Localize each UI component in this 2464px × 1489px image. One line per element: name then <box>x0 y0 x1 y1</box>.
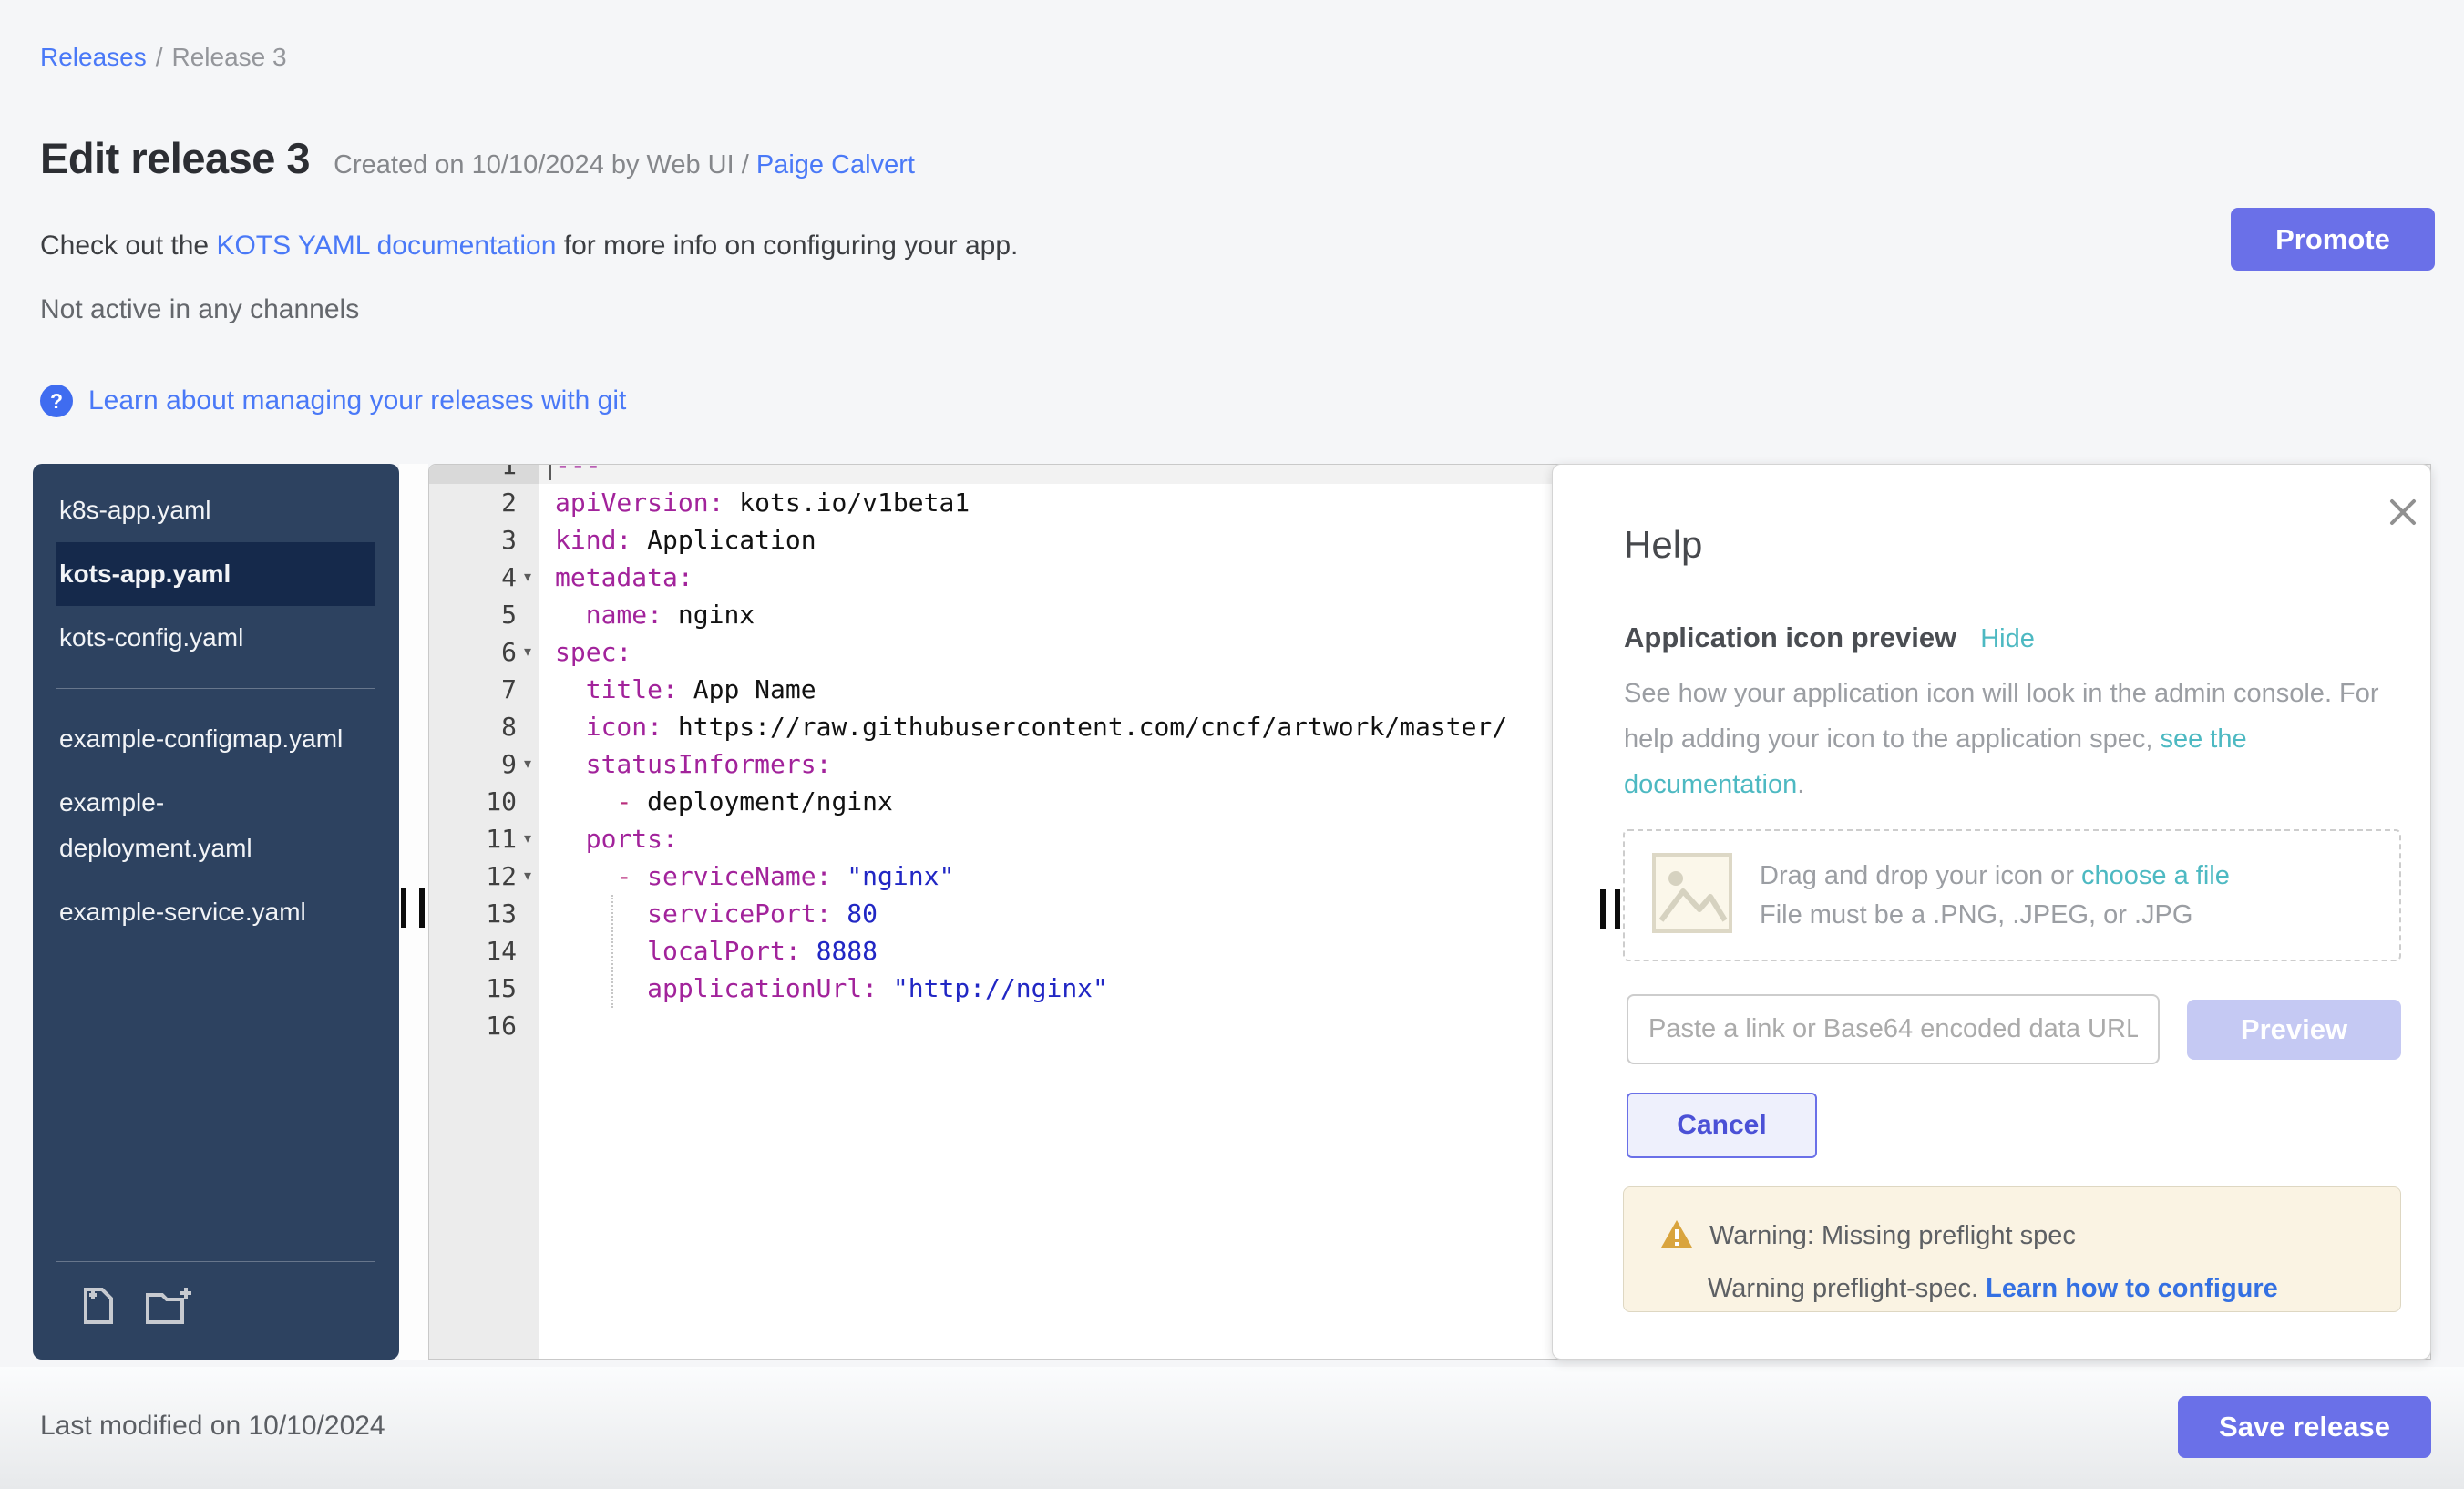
breadcrumb-current: Release 3 <box>172 43 287 71</box>
fold-arrow-icon[interactable]: ▾ <box>517 559 539 596</box>
docs-line: Check out the KOTS YAML documentation fo… <box>40 231 1018 262</box>
fold-spacer <box>517 708 539 745</box>
warning-detail-text: Warning preflight-spec. <box>1708 1274 1986 1303</box>
docs-suffix: for more info on configuring your app. <box>556 231 1018 261</box>
sidebar-file-k8s-app.yaml[interactable]: k8s-app.yaml <box>56 478 375 542</box>
fold-arrow-icon[interactable]: ▾ <box>517 745 539 783</box>
line-number: 10 <box>429 783 517 820</box>
help-panel: Help Application icon preview Hide See h… <box>1552 464 2431 1360</box>
author-link[interactable]: Paige Calvert <box>756 150 915 180</box>
created-on-text: Created on 10/10/2024 by Web UI / <box>334 150 756 180</box>
channel-status: Not active in any channels <box>40 294 359 325</box>
fold-spacer <box>517 932 539 970</box>
line-number: 1 <box>429 464 517 484</box>
sidebar-file-example-configmap.yaml[interactable]: example-configmap.yaml <box>56 707 375 771</box>
git-help-row: ? Learn about managing your releases wit… <box>40 385 626 417</box>
line-number: 7 <box>429 671 517 708</box>
file-sidebar: k8s-app.yamlkots-app.yamlkots-config.yam… <box>33 464 399 1360</box>
line-number: 11 <box>429 820 517 857</box>
sidebar-splitter-handle[interactable] <box>401 888 406 928</box>
hide-link[interactable]: Hide <box>1980 624 2035 654</box>
help-splitter-handle[interactable] <box>1615 889 1620 929</box>
line-number: 4 <box>429 559 517 596</box>
sidebar-file-example-service.yaml[interactable]: example-service.yaml <box>56 880 375 944</box>
icon-preview-description: See how your application icon will look … <box>1624 671 2389 807</box>
git-releases-link[interactable]: Learn about managing your releases with … <box>88 385 626 416</box>
learn-how-to-configure-link[interactable]: Learn how to configure <box>1986 1274 2278 1303</box>
line-number: 9 <box>429 745 517 783</box>
icon-preview-section-row: Application icon preview Hide <box>1624 621 2035 654</box>
help-splitter-handle[interactable] <box>1600 889 1606 929</box>
fold-spacer <box>517 671 539 708</box>
warning-title: Warning: Missing preflight spec <box>1709 1221 2076 1251</box>
dropzone-line1: Drag and drop your icon or choose a file <box>1760 861 2230 891</box>
line-number: 15 <box>429 970 517 1007</box>
cancel-button[interactable]: Cancel <box>1627 1093 1817 1158</box>
line-number: 6 <box>429 633 517 671</box>
add-folder-icon[interactable] <box>142 1284 195 1332</box>
fold-spacer <box>517 464 539 484</box>
image-placeholder-icon <box>1652 853 1732 938</box>
line-number: 5 <box>429 596 517 633</box>
fold-spacer <box>517 970 539 1007</box>
fold-arrow-icon[interactable]: ▾ <box>517 857 539 895</box>
sidebar-file-kots-app.yaml[interactable]: kots-app.yaml <box>56 542 375 606</box>
line-number: 8 <box>429 708 517 745</box>
file-list: k8s-app.yamlkots-app.yamlkots-config.yam… <box>33 464 399 944</box>
breadcrumb-releases-link[interactable]: Releases <box>40 43 147 71</box>
page-title: Edit release 3 <box>40 133 310 183</box>
description-text: See how your application icon will look … <box>1624 679 2379 754</box>
line-number: 13 <box>429 895 517 932</box>
question-circle-icon: ? <box>40 385 73 417</box>
preview-button[interactable]: Preview <box>2187 1000 2401 1060</box>
dropzone-text: Drag and drop your icon or <box>1760 861 2081 890</box>
add-file-icon[interactable] <box>77 1284 118 1332</box>
indent-guide <box>611 895 613 1008</box>
sidebar-file-example-deployment.yaml[interactable]: example-deployment.yaml <box>56 771 375 880</box>
fold-spacer <box>517 895 539 932</box>
sidebar-splitter-handle[interactable] <box>419 888 425 928</box>
fold-spacer <box>517 783 539 820</box>
kots-yaml-docs-link[interactable]: KOTS YAML documentation <box>216 231 556 261</box>
line-number: 16 <box>429 1007 517 1044</box>
fold-spacer <box>517 521 539 559</box>
warning-detail: Warning preflight-spec. Learn how to con… <box>1708 1274 2400 1304</box>
icon-url-input[interactable] <box>1627 994 2160 1064</box>
help-title: Help <box>1624 523 1702 567</box>
line-number: 12 <box>429 857 517 895</box>
release-meta: Created on 10/10/2024 by Web UI / Paige … <box>334 150 915 180</box>
footer-bar: Last modified on 10/10/2024 <box>0 1367 2464 1489</box>
docs-prefix: Check out the <box>40 231 216 261</box>
fold-spacer <box>517 1007 539 1044</box>
file-group-divider <box>56 688 375 689</box>
preflight-warning-box: Warning: Missing preflight spec Warning … <box>1623 1186 2401 1312</box>
breadcrumb: Releases / Release 3 <box>40 43 287 72</box>
icon-preview-section-title: Application icon preview <box>1624 621 1956 654</box>
breadcrumb-separator: / <box>156 43 163 71</box>
text-cursor <box>549 464 551 480</box>
line-number: 2 <box>429 484 517 521</box>
title-row: Edit release 3 Created on 10/10/2024 by … <box>40 133 915 183</box>
fold-arrow-icon[interactable]: ▾ <box>517 820 539 857</box>
last-modified-text: Last modified on 10/10/2024 <box>40 1411 385 1442</box>
sidebar-file-kots-config.yaml[interactable]: kots-config.yaml <box>56 606 375 670</box>
promote-button[interactable]: Promote <box>2231 208 2435 271</box>
fold-arrow-icon[interactable]: ▾ <box>517 633 539 671</box>
close-icon[interactable] <box>2385 494 2421 530</box>
icon-dropzone[interactable]: Drag and drop your icon or choose a file… <box>1623 829 2401 961</box>
line-number: 14 <box>429 932 517 970</box>
choose-file-link[interactable]: choose a file <box>2081 861 2230 890</box>
sidebar-footer-divider <box>56 1261 375 1262</box>
sidebar-footer <box>33 1261 399 1332</box>
edit-release-page: Releases / Release 3 Edit release 3 Create… <box>0 0 2464 1489</box>
description-period: . <box>1797 770 1804 799</box>
save-release-button[interactable]: Save release <box>2178 1396 2431 1458</box>
fold-spacer <box>517 484 539 521</box>
dropzone-line2: File must be a .PNG, .JPEG, or .JPG <box>1760 900 2230 930</box>
warning-triangle-icon <box>1660 1218 1693 1254</box>
line-number: 3 <box>429 521 517 559</box>
fold-spacer <box>517 596 539 633</box>
